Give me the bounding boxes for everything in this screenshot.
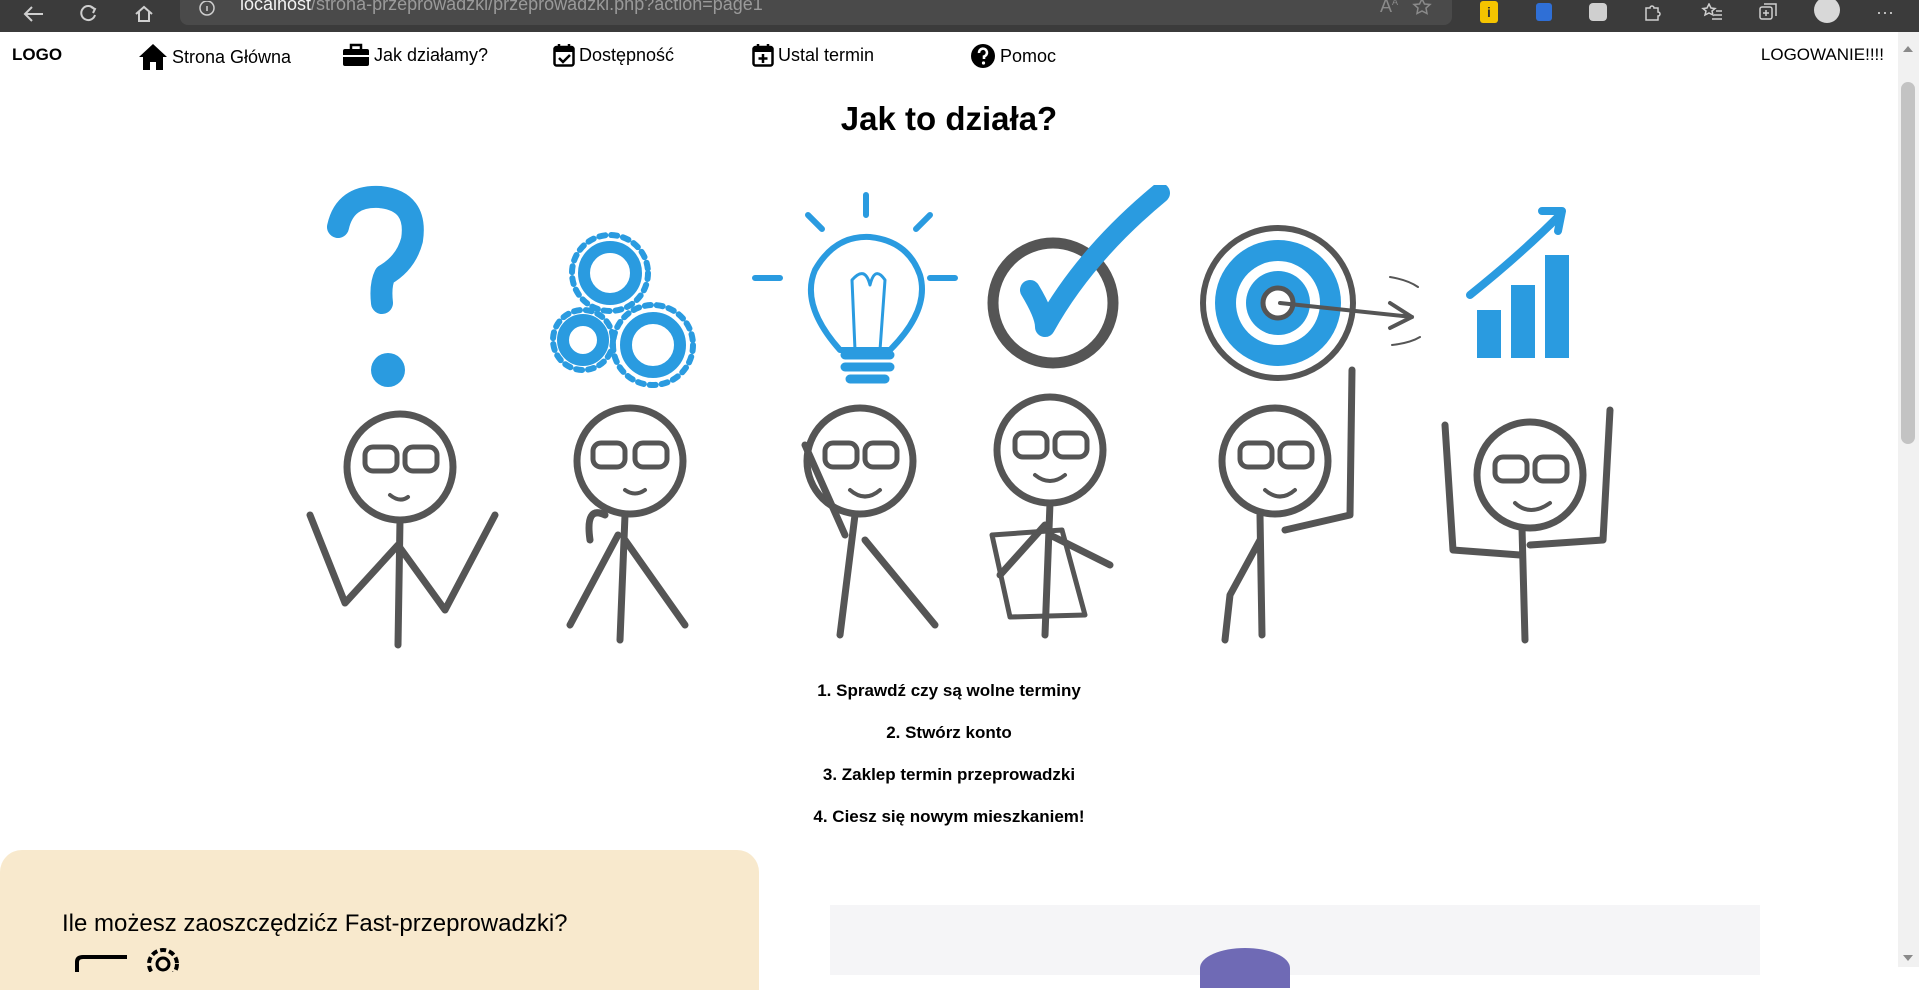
- url-path: /strona-przeprowadzki/przeprowadzki.php?…: [311, 0, 763, 14]
- how-it-works-illustration: [240, 183, 1660, 660]
- browser-toolbar: localhost/strona-przeprowadzki/przeprowa…: [0, 0, 1919, 32]
- more-options-icon[interactable]: ···: [1870, 0, 1900, 24]
- logo[interactable]: LOGO: [12, 45, 62, 65]
- collections-icon[interactable]: [1756, 0, 1780, 24]
- profile-avatar-icon[interactable]: [1812, 0, 1842, 24]
- home-icon: [139, 44, 167, 70]
- site-info-icon[interactable]: [198, 0, 216, 20]
- extension-yellow-icon[interactable]: i: [1478, 0, 1500, 24]
- nav-item-label: Strona Główna: [172, 46, 292, 67]
- calendar-plus-icon: [752, 44, 774, 67]
- refresh-icon[interactable]: [72, 0, 104, 28]
- calendar-check-icon: [553, 44, 575, 67]
- list-item: 3. Zaklep termin przeprowadzki: [822, 765, 1076, 784]
- gear-icon: [75, 942, 185, 980]
- translate-icon[interactable]: [1532, 0, 1556, 24]
- list-item: 1. Sprawdź czy są wolne terminy: [817, 681, 1081, 700]
- extensions-puzzle-icon[interactable]: [1640, 0, 1664, 24]
- favorite-add-icon[interactable]: [1412, 0, 1434, 21]
- nav-item-label: Jak działamy?: [374, 44, 489, 65]
- favorites-list-icon[interactable]: [1700, 0, 1724, 24]
- decorative-shape: [1200, 948, 1290, 988]
- list-item: 4. Ciesz się nowym mieszkaniem!: [813, 807, 1085, 826]
- page-scrollbar[interactable]: [1898, 32, 1919, 967]
- question-circle-icon: [971, 44, 995, 68]
- scroll-up-icon[interactable]: [1903, 46, 1913, 52]
- nav-item-jak-dzialamy[interactable]: Jak działamy?: [342, 43, 488, 67]
- back-icon[interactable]: [18, 0, 50, 28]
- list-item: 2. Stwórz konto: [886, 723, 1012, 742]
- login-link[interactable]: LOGOWANIE!!!!: [1761, 45, 1884, 65]
- page-title: Jak to działa?: [840, 100, 1058, 137]
- url-text[interactable]: localhost/strona-przeprowadzki/przeprowa…: [240, 0, 763, 15]
- read-aloud-icon[interactable]: AA: [1380, 0, 1398, 17]
- scrollbar-thumb[interactable]: [1901, 82, 1915, 444]
- nav-item-ustal-termin[interactable]: Ustal termin: [752, 43, 874, 67]
- nav-item-dostepnosc[interactable]: Dostępność: [553, 43, 674, 67]
- url-host: localhost: [240, 0, 312, 14]
- stick-figures-image: [306, 183, 1614, 649]
- savings-question: Ile możesz zaoszczędzićz Fast-przeprowad…: [62, 910, 568, 937]
- briefcase-icon: [343, 43, 369, 66]
- nav-item-pomoc[interactable]: Pomoc: [970, 43, 1056, 69]
- nav-item-label: Pomoc: [1000, 45, 1057, 66]
- extension-gray-icon[interactable]: [1586, 0, 1610, 24]
- home-browser-icon[interactable]: [128, 0, 160, 28]
- nav-item-label: Dostępność: [579, 44, 675, 65]
- savings-image: [830, 905, 1760, 988]
- savings-box: Ile możesz zaoszczędzićz Fast-przeprowad…: [0, 850, 759, 990]
- address-bar[interactable]: localhost/strona-przeprowadzki/przeprowa…: [180, 0, 1452, 25]
- nav-item-home[interactable]: Strona Główna: [138, 43, 291, 71]
- nav-item-label: Ustal termin: [778, 44, 875, 65]
- scroll-down-icon[interactable]: [1903, 955, 1913, 961]
- steps-list: 1. Sprawdź czy są wolne terminy 2. Stwór…: [0, 680, 1898, 848]
